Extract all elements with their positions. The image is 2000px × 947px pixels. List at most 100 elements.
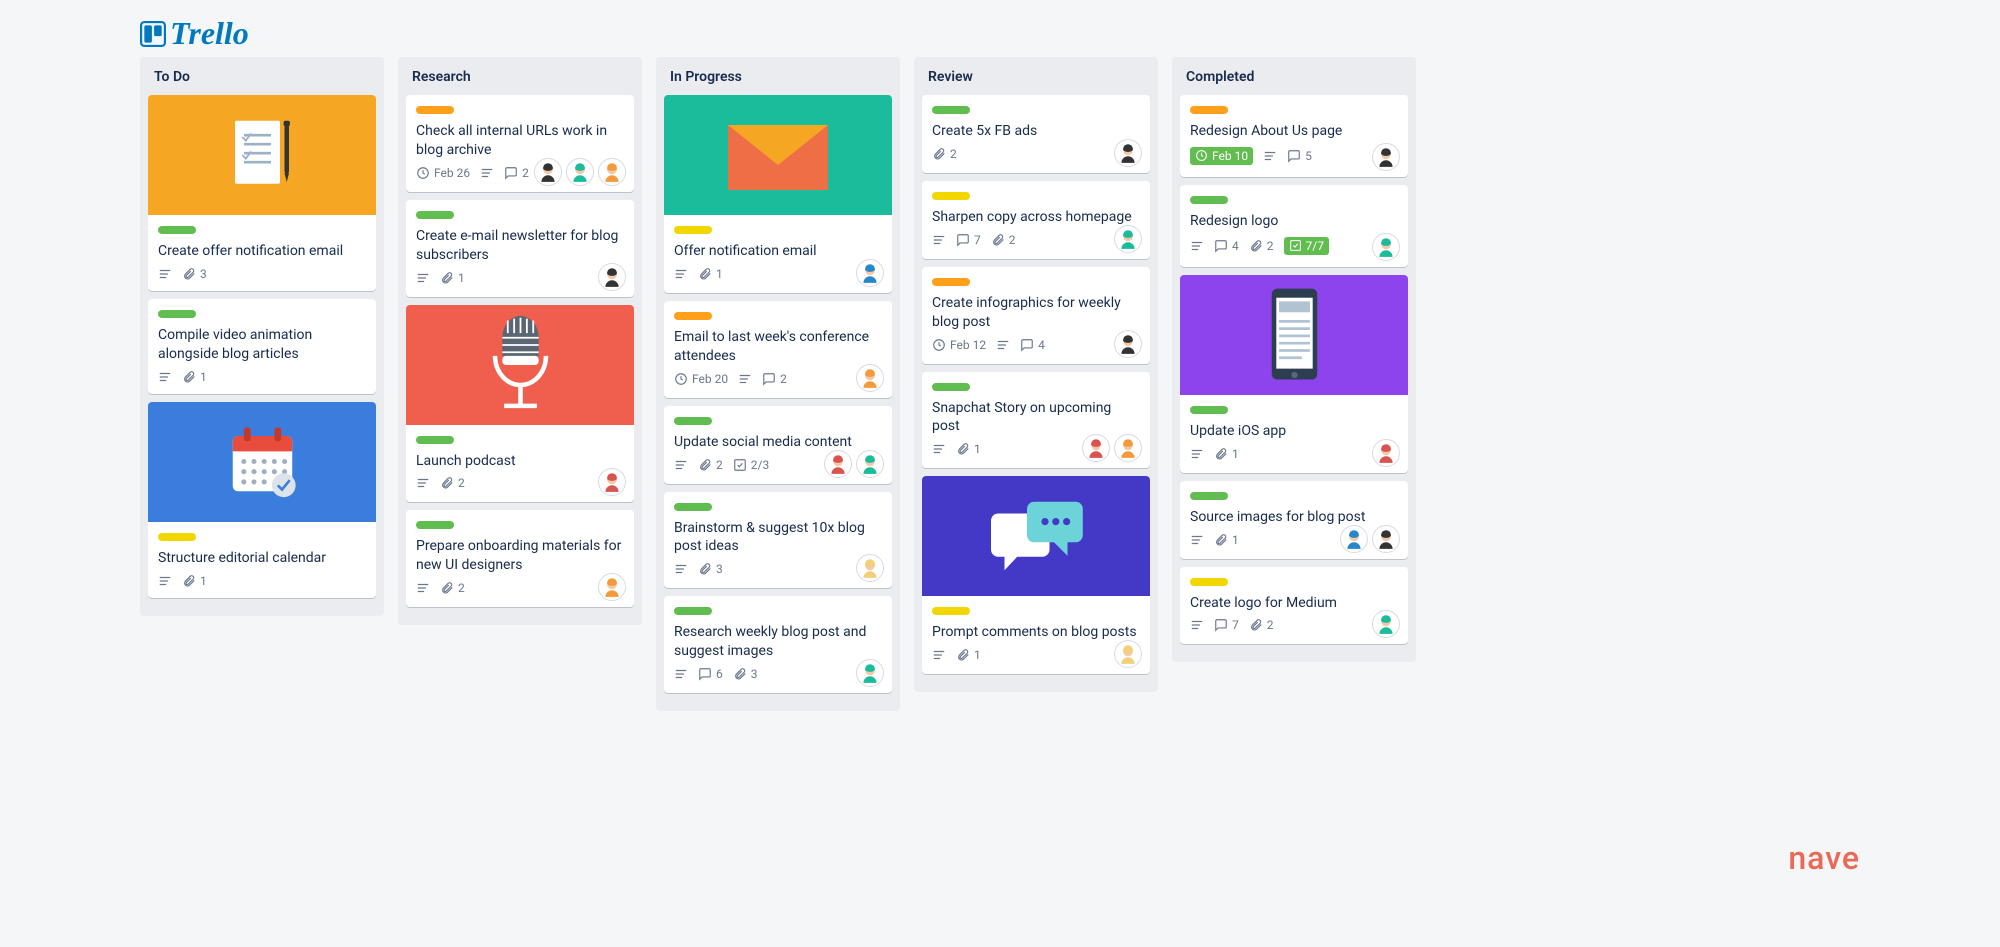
card[interactable]: Create e-mail newsletter for blog subscr… [406, 200, 634, 297]
card-label-green [1190, 492, 1228, 500]
list-column[interactable]: CompletedRedesign About Us page Feb 10 5… [1172, 57, 1416, 662]
card-members [1372, 439, 1400, 467]
card-badges: 1 [932, 648, 1140, 662]
avatar[interactable] [1372, 233, 1400, 261]
description-icon [932, 233, 946, 247]
card-label-yellow [674, 226, 712, 234]
description-icon [416, 581, 430, 595]
avatar[interactable] [1114, 434, 1142, 462]
avatar[interactable] [598, 263, 626, 291]
list-title[interactable]: Completed [1180, 65, 1408, 95]
description-icon [158, 574, 172, 588]
card[interactable]: Email to last week's conference attendee… [664, 301, 892, 398]
list-title[interactable]: In Progress [664, 65, 892, 95]
card[interactable]: Research weekly blog post and suggest im… [664, 596, 892, 693]
card-members [856, 259, 884, 287]
avatar[interactable] [1340, 525, 1368, 553]
avatar[interactable] [566, 158, 594, 186]
card-cover [1180, 275, 1408, 395]
card-label-green [674, 503, 712, 511]
card-label-green [416, 521, 454, 529]
card[interactable]: Create infographics for weekly blog post… [922, 267, 1150, 364]
card-title: Redesign logo [1190, 212, 1398, 231]
avatar[interactable] [856, 554, 884, 582]
card-title: Create e-mail newsletter for blog subscr… [416, 227, 624, 265]
attachments-badge: 2 [698, 458, 723, 472]
avatar[interactable] [1114, 225, 1142, 253]
avatar[interactable] [1082, 434, 1110, 462]
card-badges: 4 2 7/7 [1190, 237, 1398, 255]
card[interactable]: Redesign About Us page Feb 10 5 [1180, 95, 1408, 177]
card-label-green [932, 106, 970, 114]
avatar[interactable] [1372, 525, 1400, 553]
trello-icon [140, 21, 166, 47]
list-title[interactable]: Review [922, 65, 1150, 95]
card[interactable]: Compile video animation alongside blog a… [148, 299, 376, 394]
card[interactable]: Brainstorm & suggest 10x blog post ideas… [664, 492, 892, 589]
avatar[interactable] [856, 364, 884, 392]
description-icon [158, 267, 172, 281]
attachments-badge: 3 [733, 667, 758, 681]
card-label-orange [1190, 106, 1228, 114]
list-column[interactable]: ResearchCheck all internal URLs work in … [398, 57, 642, 625]
avatar[interactable] [598, 468, 626, 496]
list-column[interactable]: To DoCreate offer notification email 3Co… [140, 57, 384, 616]
card[interactable]: Prepare onboarding materials for new UI … [406, 510, 634, 607]
list-title[interactable]: Research [406, 65, 634, 95]
trello-logo: Trello [140, 15, 2000, 52]
card-label-green [416, 436, 454, 444]
card-label-yellow [932, 607, 970, 615]
card[interactable]: Check all internal URLs work in blog arc… [406, 95, 634, 192]
list-column[interactable]: ReviewCreate 5x FB ads 2 Sharpen copy acr… [914, 57, 1158, 692]
description-icon [996, 338, 1010, 352]
card[interactable]: Create 5x FB ads 2 [922, 95, 1150, 173]
card-badges: 3 [674, 562, 882, 576]
avatar[interactable] [856, 259, 884, 287]
comments-badge: 2 [762, 372, 787, 386]
card[interactable]: Source images for blog post 1 [1180, 481, 1408, 559]
card-members [598, 573, 626, 601]
card[interactable]: Offer notification email 1 [664, 95, 892, 293]
list-column[interactable]: In ProgressOffer notification email 1Ema… [656, 57, 900, 711]
avatar[interactable] [534, 158, 562, 186]
header: Trello [0, 10, 2000, 57]
avatar[interactable] [598, 158, 626, 186]
card[interactable]: Create offer notification email 3 [148, 95, 376, 291]
description-icon [674, 458, 688, 472]
avatar[interactable] [856, 450, 884, 478]
card[interactable]: Launch podcast 2 [406, 305, 634, 503]
card[interactable]: Prompt comments on blog posts 1 [922, 476, 1150, 674]
avatar[interactable] [1372, 439, 1400, 467]
card[interactable]: Redesign logo 4 2 7/7 [1180, 185, 1408, 267]
card-badges: Feb 20 2 [674, 372, 882, 386]
avatar[interactable] [598, 573, 626, 601]
card[interactable]: Create logo for Medium 7 2 [1180, 567, 1408, 645]
card[interactable]: Sharpen copy across homepage 7 2 [922, 181, 1150, 259]
avatar[interactable] [824, 450, 852, 478]
card[interactable]: Update iOS app 1 [1180, 275, 1408, 473]
card[interactable]: Structure editorial calendar 1 [148, 402, 376, 598]
card-title: Create offer notification email [158, 242, 366, 261]
list-title[interactable]: To Do [148, 65, 376, 95]
card-members [1114, 330, 1142, 358]
description-icon [932, 648, 946, 662]
card[interactable]: Update social media content 2 2/3 [664, 406, 892, 484]
logo-text: Trello [170, 15, 249, 52]
avatar[interactable] [1114, 330, 1142, 358]
description-icon [416, 476, 430, 490]
avatar[interactable] [1114, 139, 1142, 167]
card-badges: 1 [416, 271, 624, 285]
description-icon [480, 166, 494, 180]
card[interactable]: Snapchat Story on upcoming post 1 [922, 372, 1150, 469]
card-title: Offer notification email [674, 242, 882, 261]
avatar[interactable] [856, 659, 884, 687]
avatar[interactable] [1372, 610, 1400, 638]
card-label-green [674, 417, 712, 425]
avatar[interactable] [1114, 640, 1142, 668]
watermark: nave [1788, 839, 1860, 877]
avatar[interactable] [1372, 143, 1400, 171]
card-badges: 1 [158, 574, 366, 588]
card-members [1114, 640, 1142, 668]
card-badges: 7 2 [1190, 618, 1398, 632]
comments-badge: 6 [698, 667, 723, 681]
